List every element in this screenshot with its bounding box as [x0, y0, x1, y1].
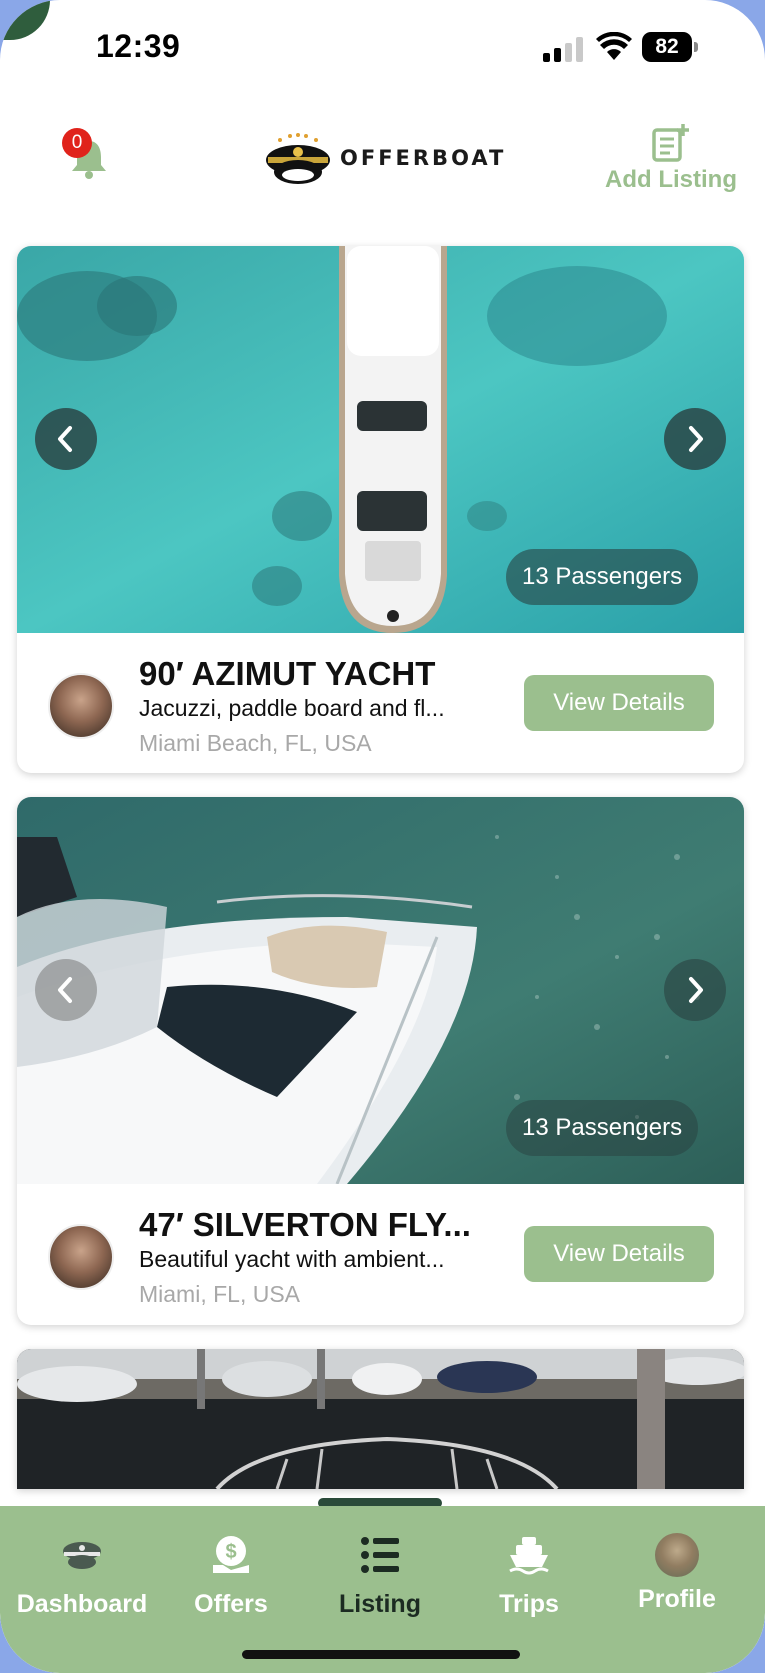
tab-label: Profile	[638, 1585, 716, 1613]
marina-photo	[17, 1349, 744, 1489]
svg-text:$: $	[225, 1541, 236, 1563]
view-details-button[interactable]: View Details	[524, 675, 714, 731]
tab-profile[interactable]: Profile	[602, 1533, 752, 1614]
listing-photo: 13 Passengers	[17, 797, 744, 1184]
chevron-left-icon	[58, 426, 72, 452]
avatar-icon	[655, 1533, 699, 1577]
tab-label: Dashboard	[16, 1590, 148, 1618]
notification-badge: 0	[62, 128, 92, 158]
cellular-signal-icon	[543, 36, 585, 62]
tab-offers[interactable]: $ Offers	[156, 1533, 306, 1619]
boat-icon	[509, 1537, 549, 1575]
listing-card	[17, 1349, 744, 1489]
next-photo-button[interactable]	[664, 959, 726, 1021]
battery-indicator: 82	[642, 32, 698, 62]
chevron-left-icon	[58, 977, 72, 1003]
phone-screen: 12:39 82 0 OFFERBOAT Add Listing 13 Pass…	[0, 0, 765, 1673]
listing-location: Miami, FL, USA	[139, 1281, 301, 1307]
add-listing-button[interactable]: Add Listing	[596, 122, 746, 202]
listing-title: 90′ AZIMUT YACHT	[139, 655, 436, 692]
listing-location: Miami Beach, FL, USA	[139, 730, 372, 756]
listing-description: Jacuzzi, paddle board and fl...	[139, 695, 445, 721]
captain-hat-icon	[63, 1542, 101, 1569]
listing-title: 47′ SILVERTON FLY...	[139, 1206, 471, 1243]
tab-label: Trips	[499, 1590, 559, 1618]
tab-listing[interactable]: Listing	[305, 1533, 455, 1619]
money-bag-icon: $	[213, 1536, 249, 1573]
next-photo-button[interactable]	[664, 408, 726, 470]
host-avatar[interactable]	[48, 1224, 114, 1290]
passengers-badge: 13 Passengers	[506, 1100, 699, 1156]
status-time: 12:39	[96, 28, 181, 64]
tab-label: Listing	[339, 1590, 421, 1618]
wifi-icon	[596, 32, 632, 60]
home-indicator	[242, 1650, 520, 1659]
listing-card: 13 Passengers 47′ SILVERTON FLY... Beaut…	[17, 797, 744, 1325]
chevron-right-icon	[689, 426, 703, 452]
passengers-badge: 13 Passengers	[506, 549, 699, 605]
wallpaper-corner	[0, 0, 50, 40]
view-details-button[interactable]: View Details	[524, 1226, 714, 1282]
tab-label: Offers	[194, 1590, 268, 1618]
listing-photo: 13 Passengers	[17, 246, 744, 633]
previous-photo-button[interactable]	[35, 408, 97, 470]
battery-level: 82	[642, 32, 692, 62]
logo-text: OFFERBOAT	[340, 146, 507, 170]
listing-info: 47′ SILVERTON FLY... Beautiful yacht wit…	[17, 1184, 744, 1324]
tab-trips[interactable]: Trips	[454, 1533, 604, 1619]
add-listing-label: Add Listing	[605, 166, 737, 193]
chevron-right-icon	[689, 977, 703, 1003]
host-avatar[interactable]	[48, 673, 114, 739]
listing-card: 13 Passengers 90′ AZIMUT YACHT Jacuzzi, …	[17, 246, 744, 773]
list-icon	[361, 1537, 399, 1573]
tab-dashboard[interactable]: Dashboard	[7, 1533, 157, 1619]
previous-photo-button[interactable]	[35, 959, 97, 1021]
add-document-icon	[652, 124, 689, 162]
listing-info: 90′ AZIMUT YACHT Jacuzzi, paddle board a…	[17, 633, 744, 773]
listing-description: Beautiful yacht with ambient...	[139, 1246, 445, 1272]
